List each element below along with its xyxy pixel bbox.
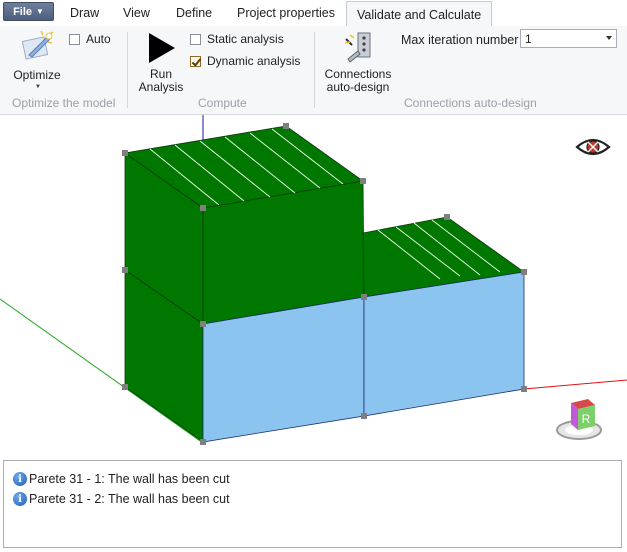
tab-project-properties[interactable]: Project properties xyxy=(237,6,335,20)
max-iteration-value: 1 xyxy=(525,32,532,46)
file-menu-label: File xyxy=(13,5,33,18)
chevron-down-icon: ▼ xyxy=(36,7,44,16)
hide-elements-eye-icon[interactable] xyxy=(575,138,611,156)
connections-auto-design-button[interactable]: Connections auto-design xyxy=(322,29,394,94)
tab-view[interactable]: View xyxy=(123,6,150,20)
optimize-icon xyxy=(21,30,54,60)
view-cube-face-label: R xyxy=(582,412,591,426)
info-icon: i xyxy=(13,472,27,486)
log-entry-text: Parete 31 - 1: The wall has been cut xyxy=(29,472,230,486)
tab-draw[interactable]: Draw xyxy=(70,6,99,20)
x-axis-line xyxy=(523,379,627,390)
chevron-down-icon: ▼ xyxy=(35,84,41,90)
run-analysis-button[interactable]: Run Analysis xyxy=(136,29,186,94)
group-label-optimize: Optimize the model xyxy=(12,96,116,110)
run-analysis-label-line2: Analysis xyxy=(138,80,184,94)
static-analysis-checkbox-box[interactable] xyxy=(190,33,201,45)
dynamic-analysis-label: Dynamic analysis xyxy=(207,54,301,68)
tab-validate-and-calculate[interactable]: Validate and Calculate xyxy=(346,1,493,26)
group-label-compute: Compute xyxy=(198,96,247,110)
model-3d-canvas[interactable]: R xyxy=(0,115,627,457)
optimize-label: Optimize xyxy=(13,68,61,82)
file-menu-button[interactable]: File ▼ xyxy=(3,2,54,21)
front-wall-lower-right[interactable] xyxy=(363,271,525,417)
message-log-panel[interactable]: i Parete 31 - 1: The wall has been cut i… xyxy=(3,460,622,548)
dynamic-analysis-checkbox-box[interactable] xyxy=(190,55,201,67)
view-cube[interactable]: R xyxy=(556,399,602,440)
static-analysis-label: Static analysis xyxy=(207,32,284,46)
auto-checkbox[interactable]: Auto xyxy=(69,32,111,46)
dynamic-analysis-checkbox[interactable]: Dynamic analysis xyxy=(190,54,300,68)
optimize-button[interactable]: Optimize ▼ xyxy=(8,29,66,93)
ribbon-separator xyxy=(127,32,128,108)
connection-plate-icon xyxy=(344,32,371,63)
ribbon-tab-bar: File ▼ Draw View Define Project properti… xyxy=(0,0,627,27)
auto-checkbox-box[interactable] xyxy=(69,33,80,45)
max-iteration-select[interactable]: 1 xyxy=(520,29,617,48)
connections-label-line2: auto-design xyxy=(326,80,390,94)
group-label-connections: Connections auto-design xyxy=(404,96,537,110)
log-entry[interactable]: i Parete 31 - 1: The wall has been cut xyxy=(13,472,230,486)
max-iteration-label: Max iteration number xyxy=(401,33,519,47)
auto-checkbox-label: Auto xyxy=(86,32,111,46)
static-analysis-checkbox[interactable]: Static analysis xyxy=(190,32,284,46)
play-icon xyxy=(149,33,175,63)
dropdown-arrow-icon[interactable] xyxy=(606,36,612,40)
tab-define[interactable]: Define xyxy=(176,6,212,20)
log-entry-text: Parete 31 - 2: The wall has been cut xyxy=(29,492,230,506)
ribbon-panel: Optimize ▼ Auto Optimize the model Run A… xyxy=(0,26,627,115)
log-entry[interactable]: i Parete 31 - 2: The wall has been cut xyxy=(13,492,230,506)
ribbon-separator xyxy=(314,32,315,108)
info-icon: i xyxy=(13,492,27,506)
model-viewport[interactable]: R xyxy=(0,115,627,457)
